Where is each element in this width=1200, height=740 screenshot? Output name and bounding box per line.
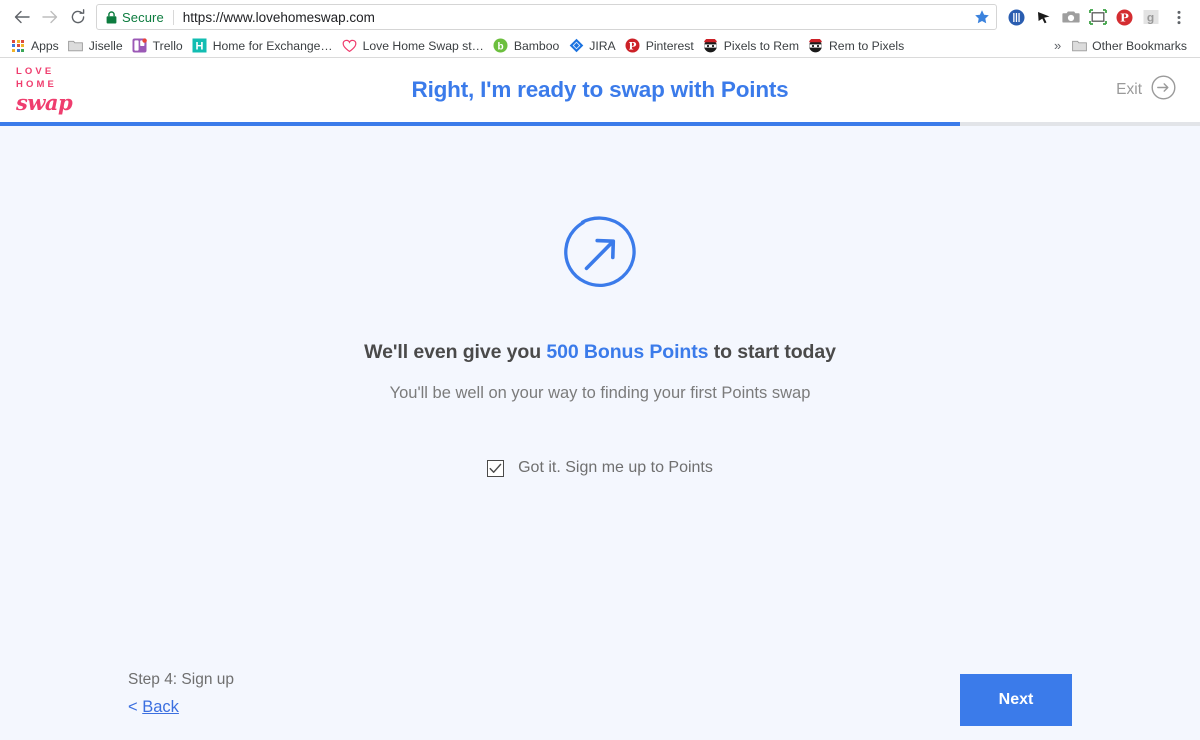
signup-checkbox[interactable] (487, 459, 505, 477)
back-caret: < (128, 698, 143, 716)
signup-checkbox-row[interactable]: Got it. Sign me up to Points (487, 459, 713, 477)
bookmark-label: Love Home Swap st… (362, 38, 484, 53)
footer-left: Step 4: Sign up < Back (128, 671, 234, 717)
bookmark-label: Home for Exchange… (212, 38, 333, 53)
h-square-icon: H (192, 38, 208, 54)
logo-line-home: HOME (16, 78, 57, 90)
bookmarks-overflow-button[interactable]: » (1046, 38, 1069, 53)
exit-label: Exit (1116, 81, 1142, 98)
pinterest-extension-icon[interactable]: P (1111, 3, 1138, 31)
ninja-icon (703, 38, 719, 54)
svg-text:P: P (629, 40, 637, 52)
subheadline: You'll be well on your way to finding yo… (389, 384, 811, 402)
svg-text:g: g (1147, 10, 1154, 24)
arrow-right-circle-icon (1151, 75, 1176, 105)
bookmark-label: JIRA (589, 38, 616, 53)
pinterest-icon: P (625, 38, 641, 54)
bookmark-label: Rem to Pixels (828, 38, 905, 53)
circle-arrow-up-right-icon (557, 211, 643, 302)
bookmark-item-apps[interactable]: Apps (8, 36, 66, 56)
address-bar[interactable]: Secure https://www.lovehomeswap.com (96, 4, 997, 30)
heart-icon (342, 38, 358, 54)
bamboo-icon: b (493, 38, 509, 54)
svg-text:P: P (1120, 10, 1129, 24)
bookmark-item-love-home-swap[interactable]: Love Home Swap st… (340, 36, 491, 56)
arrow-left-icon (14, 10, 30, 24)
step-label: Step 4: Sign up (128, 671, 234, 688)
headline: We'll even give you 500 Bonus Points to … (364, 341, 836, 364)
site-logo[interactable]: LOVE HOME swap (16, 67, 74, 113)
page-body: LOVE HOME swap Right, I'm ready to swap … (0, 58, 1200, 740)
bookmark-item-rem-to-pixels[interactable]: Rem to Pixels (806, 36, 911, 56)
back-label: Back (142, 698, 179, 716)
camera-extension-icon[interactable] (1057, 3, 1084, 31)
trello-icon (132, 38, 148, 54)
headline-prefix: We'll even give you (364, 341, 547, 363)
browser-toolbar: Secure https://www.lovehomeswap.com P g (0, 0, 1200, 34)
headline-suffix: to start today (708, 341, 836, 363)
bookmark-label: Jiselle (88, 38, 123, 53)
page-title: Right, I'm ready to swap with Points (411, 77, 789, 102)
ninja-icon (808, 38, 824, 54)
omnibox-divider (172, 9, 174, 25)
lock-icon (106, 10, 117, 24)
reload-icon (71, 9, 85, 24)
main-content: We'll even give you 500 Bonus Points to … (0, 126, 1200, 740)
reload-button[interactable] (64, 3, 92, 31)
forward-button[interactable] (36, 3, 64, 31)
check-icon (489, 463, 502, 473)
url-text[interactable]: https://www.lovehomeswap.com (183, 10, 968, 25)
bookmark-item-other-bookmarks[interactable]: Other Bookmarks (1069, 36, 1194, 56)
bookmark-item-pixels-to-rem[interactable]: Pixels to Rem (701, 36, 806, 56)
apps-grid-icon (10, 38, 26, 54)
bookmarks-bar: Apps Jiselle Trello H Home for Exchange…… (0, 34, 1200, 58)
bookmark-item-home-for-exchange[interactable]: H Home for Exchange… (190, 36, 340, 56)
bookmark-label: Trello (152, 38, 183, 53)
headline-accent: 500 Bonus Points (546, 341, 709, 363)
bookmark-label: Pixels to Rem (723, 38, 799, 53)
bookmark-label: Apps (31, 38, 59, 53)
folder-icon (1071, 38, 1087, 54)
bookmark-item-jira[interactable]: JIRA (566, 36, 622, 56)
arrow-right-icon (42, 10, 58, 24)
cursor-extension-icon[interactable] (1030, 3, 1057, 31)
back-link[interactable]: < Back (128, 698, 234, 717)
screenshot-crop-extension-icon[interactable] (1084, 3, 1111, 31)
bookmark-label: Bamboo (513, 38, 560, 53)
svg-text:b: b (498, 41, 504, 52)
bookmark-item-trello[interactable]: Trello (130, 36, 190, 56)
chrome-menu-icon[interactable] (1165, 3, 1192, 31)
extension-icons: P g (1003, 3, 1192, 31)
bookmark-label: Pinterest (645, 38, 694, 53)
bookmark-item-jiselle[interactable]: Jiselle (66, 36, 130, 56)
svg-text:H: H (196, 40, 204, 52)
logo-line-love: LOVE (16, 66, 55, 77)
signup-checkbox-label: Got it. Sign me up to Points (518, 459, 713, 476)
security-label: Secure (122, 9, 164, 25)
back-button[interactable] (8, 3, 36, 31)
page-footer: Step 4: Sign up < Back Next (0, 620, 1200, 740)
browser-chrome: Secure https://www.lovehomeswap.com P g … (0, 0, 1200, 58)
exit-button[interactable]: Exit (1116, 75, 1176, 105)
star-icon[interactable] (974, 9, 990, 25)
jira-diamond-icon (568, 38, 584, 54)
site-header: LOVE HOME swap Right, I'm ready to swap … (0, 58, 1200, 122)
google-extension-icon[interactable]: g (1138, 3, 1165, 31)
bookmark-item-pinterest[interactable]: P Pinterest (623, 36, 701, 56)
bookmark-item-bamboo[interactable]: b Bamboo (491, 36, 566, 56)
blue-circle-extension-icon[interactable] (1003, 3, 1030, 31)
folder-icon (68, 38, 84, 54)
bookmark-label: Other Bookmarks (1092, 38, 1187, 53)
logo-script-swap: swap (16, 90, 73, 115)
next-button[interactable]: Next (960, 674, 1072, 726)
